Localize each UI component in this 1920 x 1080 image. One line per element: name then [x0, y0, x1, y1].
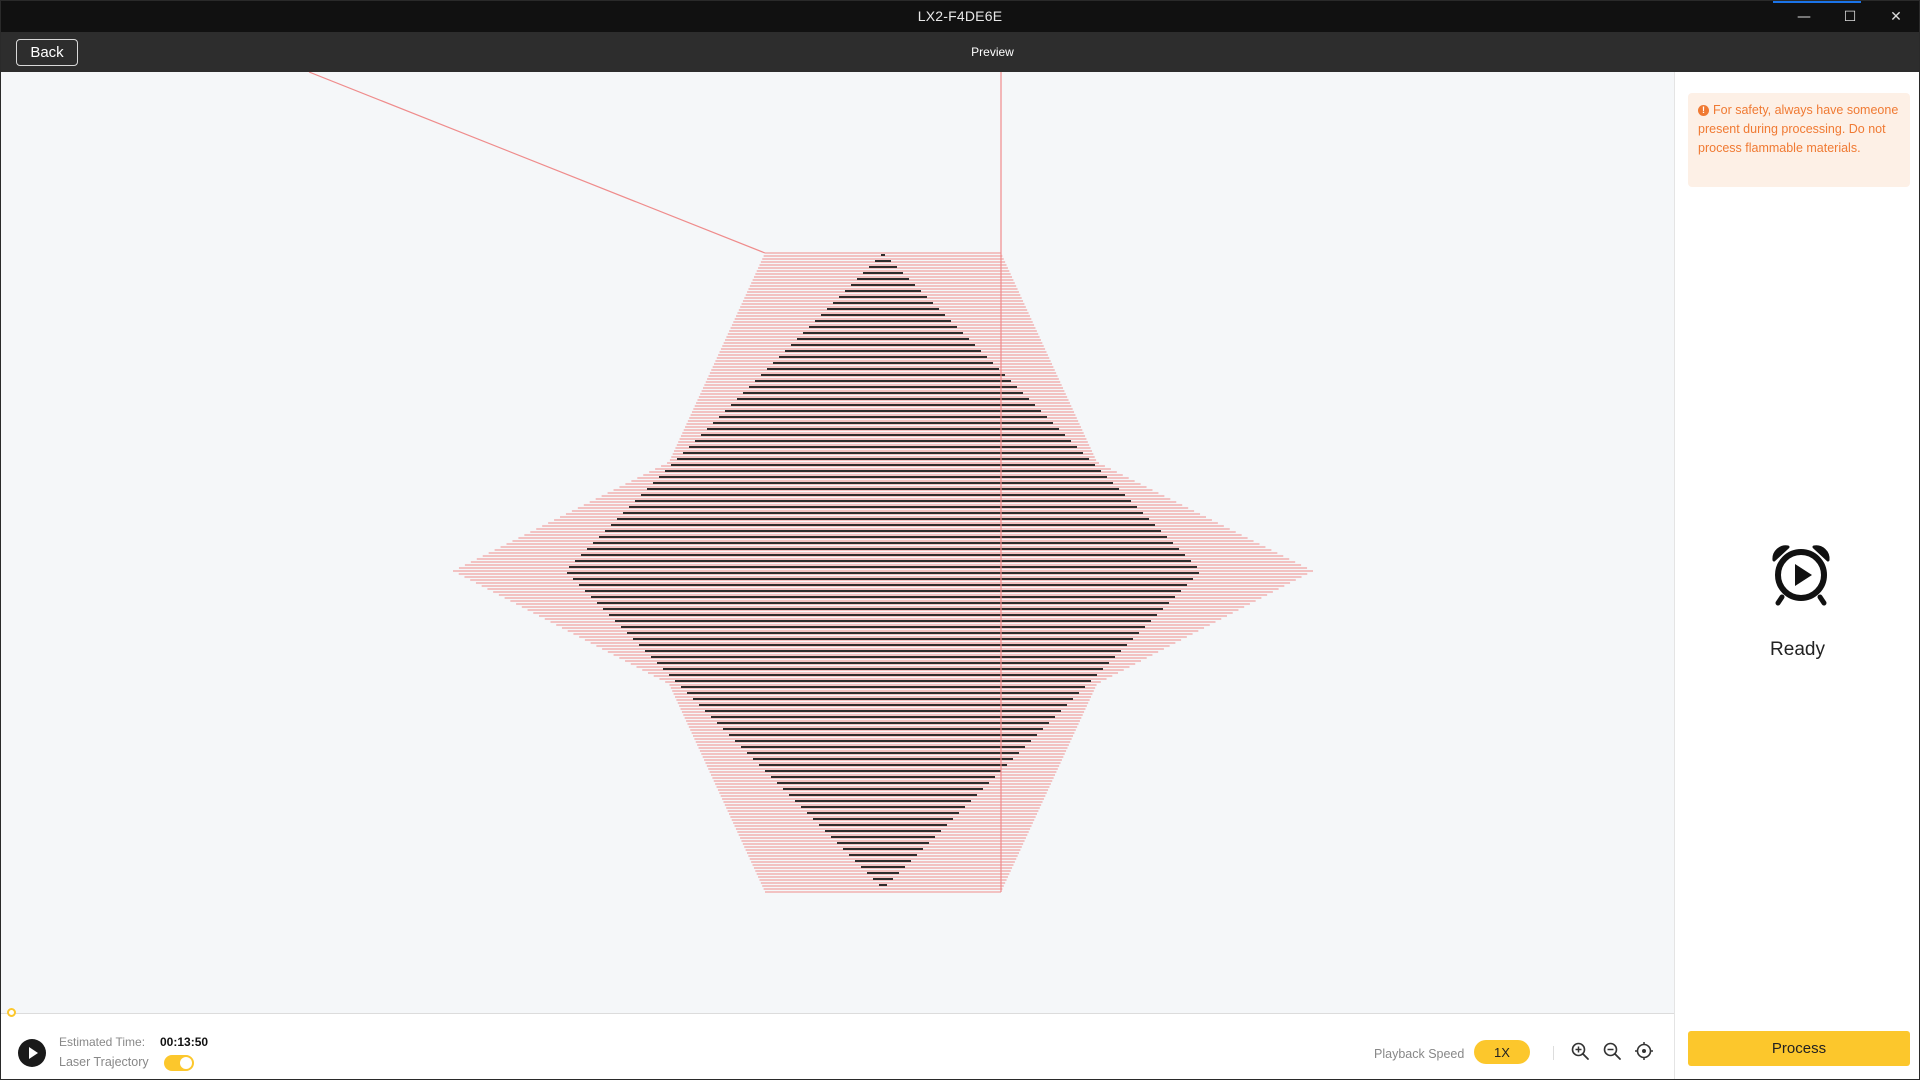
exclamation-circle-icon: ! — [1698, 105, 1709, 116]
fit-to-view-icon[interactable] — [1634, 1041, 1654, 1061]
close-button[interactable]: ✕ — [1873, 1, 1919, 32]
playback-speed-button[interactable]: 1X — [1474, 1040, 1530, 1064]
preview-toolbar: Back Preview — [1, 32, 1919, 72]
preview-canvas[interactable] — [1, 72, 1674, 1013]
title-bar: LX2-F4DE6E — ☐ ✕ — [1, 1, 1919, 32]
laser-trajectory-label: Laser Trajectory — [59, 1055, 149, 1069]
play-icon — [29, 1047, 38, 1059]
process-button[interactable]: Process — [1688, 1031, 1910, 1066]
estimated-time-value: 00:13:50 — [160, 1035, 209, 1049]
play-button[interactable] — [18, 1039, 46, 1067]
playback-bar: Estimated Time: 00:13:50 Laser Trajector… — [1, 1008, 1674, 1079]
app-window: LX2-F4DE6E — ☐ ✕ Back Preview ! For safet… — [0, 0, 1920, 1080]
safety-notice: ! For safety, always have someone present… — [1688, 93, 1910, 187]
playback-speed-label: Playback Speed — [1374, 1047, 1465, 1061]
estimated-time-label: Estimated Time: — [59, 1035, 146, 1049]
alarm-clock-play-icon — [1772, 545, 1830, 606]
maximize-button[interactable]: ☐ — [1827, 1, 1873, 32]
laser-trajectory-toggle[interactable] — [164, 1055, 194, 1071]
trajectory-travel-line — [308, 72, 766, 254]
page-title: Preview — [971, 45, 1014, 59]
side-panel: ! For safety, always have someone present… — [1674, 72, 1919, 1079]
window-title: LX2-F4DE6E — [917, 8, 1003, 24]
laser-path-preview — [308, 72, 1313, 893]
status-label: Ready — [1770, 639, 1825, 660]
zoom-out-icon[interactable] — [1602, 1041, 1622, 1061]
progress-handle[interactable] — [7, 1008, 16, 1017]
divider — [1553, 1046, 1554, 1060]
minimize-button[interactable]: — — [1781, 1, 1827, 32]
toggle-knob — [180, 1057, 192, 1069]
safety-notice-text: For safety, always have someone present … — [1698, 103, 1899, 155]
zoom-in-icon[interactable] — [1570, 1041, 1590, 1061]
